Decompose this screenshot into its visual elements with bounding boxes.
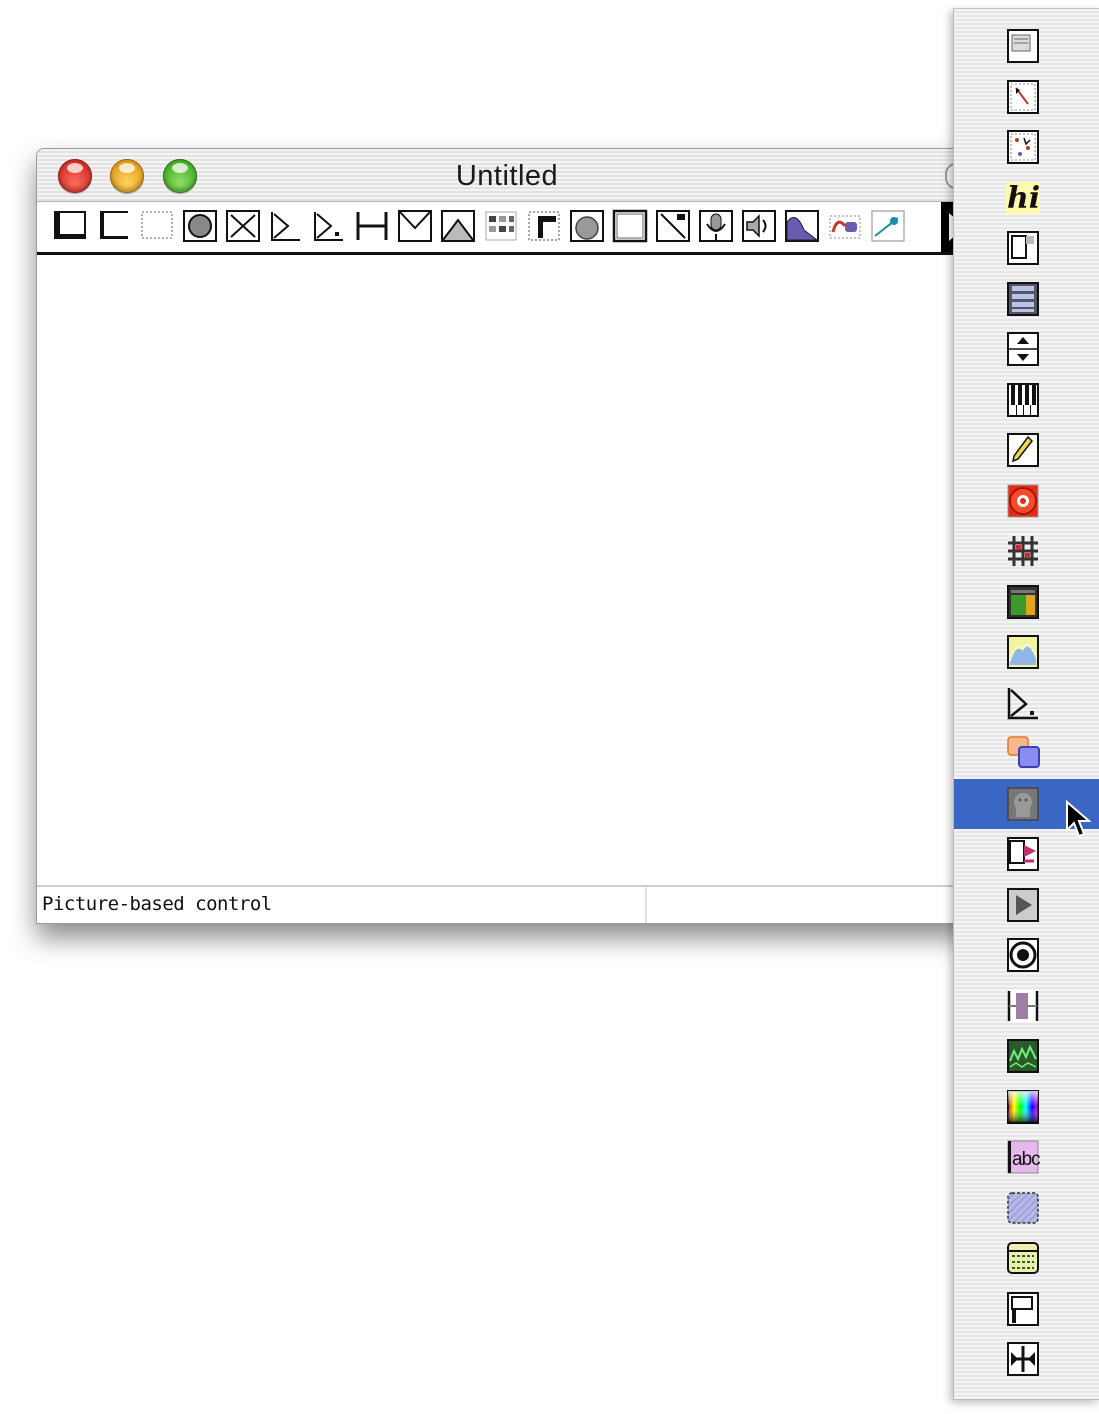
- menu-icon[interactable]: [526, 208, 562, 244]
- filter-graph-icon[interactable]: [784, 208, 820, 244]
- message-box-icon[interactable]: [53, 208, 89, 244]
- meter-icon: [1004, 583, 1042, 621]
- pictctrl-scatter-icon: [1004, 128, 1042, 166]
- window-title: Untitled: [455, 160, 559, 192]
- pictslider-icon: [1004, 78, 1042, 116]
- empty-object-icon[interactable]: [139, 208, 175, 244]
- palette-item[interactable]: [954, 981, 1099, 1031]
- float-number-icon[interactable]: [311, 208, 347, 244]
- palette-item[interactable]: [954, 274, 1099, 324]
- scope-icon[interactable]: [870, 208, 906, 244]
- function-icon[interactable]: [827, 208, 863, 244]
- textbox-icon: abc: [1004, 1138, 1042, 1176]
- palette-item[interactable]: [954, 526, 1099, 576]
- radiogroup-icon: [1004, 936, 1042, 974]
- palette-item[interactable]: [954, 476, 1099, 526]
- palette-item[interactable]: hi: [954, 173, 1099, 223]
- speaker-icon[interactable]: [741, 208, 777, 244]
- multislider-icon: [1004, 280, 1042, 318]
- status-divider: [645, 887, 647, 923]
- palette-item[interactable]: [954, 1183, 1099, 1233]
- svg-text:abc: abc: [1012, 1149, 1040, 1170]
- palette-item[interactable]: [954, 324, 1099, 374]
- svg-text:hi: hi: [1007, 181, 1040, 216]
- status-bar: Picture-based control: [37, 885, 977, 923]
- panel-hatched-icon: [1004, 1189, 1042, 1227]
- rangeslider-icon: [1004, 987, 1042, 1025]
- matrixctrl-icon: [1004, 532, 1042, 570]
- toggle-icon[interactable]: [225, 208, 261, 244]
- palette-item[interactable]: [954, 930, 1099, 980]
- palette-item[interactable]: [954, 122, 1099, 172]
- palette-item[interactable]: [954, 375, 1099, 425]
- palette-item[interactable]: [954, 880, 1099, 930]
- kslider-icon: [1004, 381, 1042, 419]
- title-bar[interactable]: Untitled: [37, 149, 993, 202]
- microphone-icon[interactable]: [698, 208, 734, 244]
- palette-item[interactable]: [954, 1284, 1099, 1334]
- palette-item[interactable]: [954, 728, 1099, 778]
- palette-item[interactable]: [954, 72, 1099, 122]
- hint-icon: hi: [1004, 179, 1042, 217]
- playbar-icon: [1004, 835, 1042, 873]
- number-box-icon: [1004, 684, 1042, 722]
- palette-item[interactable]: [954, 678, 1099, 728]
- status-text: Picture-based control: [42, 893, 272, 915]
- object-palette-menu: hi abc: [953, 8, 1099, 1400]
- panel-icon[interactable]: [612, 208, 648, 244]
- inlet-icon[interactable]: [397, 208, 433, 244]
- patcher-window: Untitled Picture-based control: [36, 148, 993, 924]
- palette-item[interactable]: [954, 1233, 1099, 1283]
- thispatcher-icon: [1004, 1290, 1042, 1328]
- mouse-pointer-icon: [1066, 800, 1092, 838]
- palette-item[interactable]: [954, 21, 1099, 71]
- comment-box-icon[interactable]: [96, 208, 132, 244]
- rslider-icon[interactable]: [655, 208, 691, 244]
- slider-icon[interactable]: [354, 208, 390, 244]
- object-toolbar: [37, 202, 977, 255]
- palette-item[interactable]: [954, 223, 1099, 273]
- palette-item[interactable]: [954, 1031, 1099, 1081]
- outlet-icon[interactable]: [440, 208, 476, 244]
- spectroscope-icon: [1004, 1037, 1042, 1075]
- tab-icon: [1004, 1239, 1042, 1277]
- int-number-icon[interactable]: [268, 208, 304, 244]
- palette-item[interactable]: [954, 627, 1099, 677]
- dial-icon[interactable]: [569, 208, 605, 244]
- bang-button-icon[interactable]: [182, 208, 218, 244]
- palette-item[interactable]: [954, 577, 1099, 627]
- pictctrl-icon: [1004, 785, 1042, 823]
- palette-item[interactable]: [954, 1082, 1099, 1132]
- textedit-icon: [1004, 27, 1042, 65]
- palette-item[interactable]: [954, 425, 1099, 475]
- lcd-icon: [1004, 431, 1042, 469]
- play-button-icon: [1004, 886, 1042, 924]
- palette-item[interactable]: abc: [954, 1132, 1099, 1182]
- nodes-icon: [1004, 633, 1042, 671]
- updown-icon: [1004, 330, 1042, 368]
- ubumenu-icon: [1004, 1340, 1042, 1378]
- patcher-canvas[interactable]: [37, 255, 977, 887]
- palette-item[interactable]: [954, 1334, 1099, 1384]
- matrix-icon[interactable]: [483, 208, 519, 244]
- bpatcher-icon: [1004, 229, 1042, 267]
- overlay-icon: [1004, 734, 1042, 772]
- led-icon: [1004, 482, 1042, 520]
- swatch-icon: [1004, 1088, 1042, 1126]
